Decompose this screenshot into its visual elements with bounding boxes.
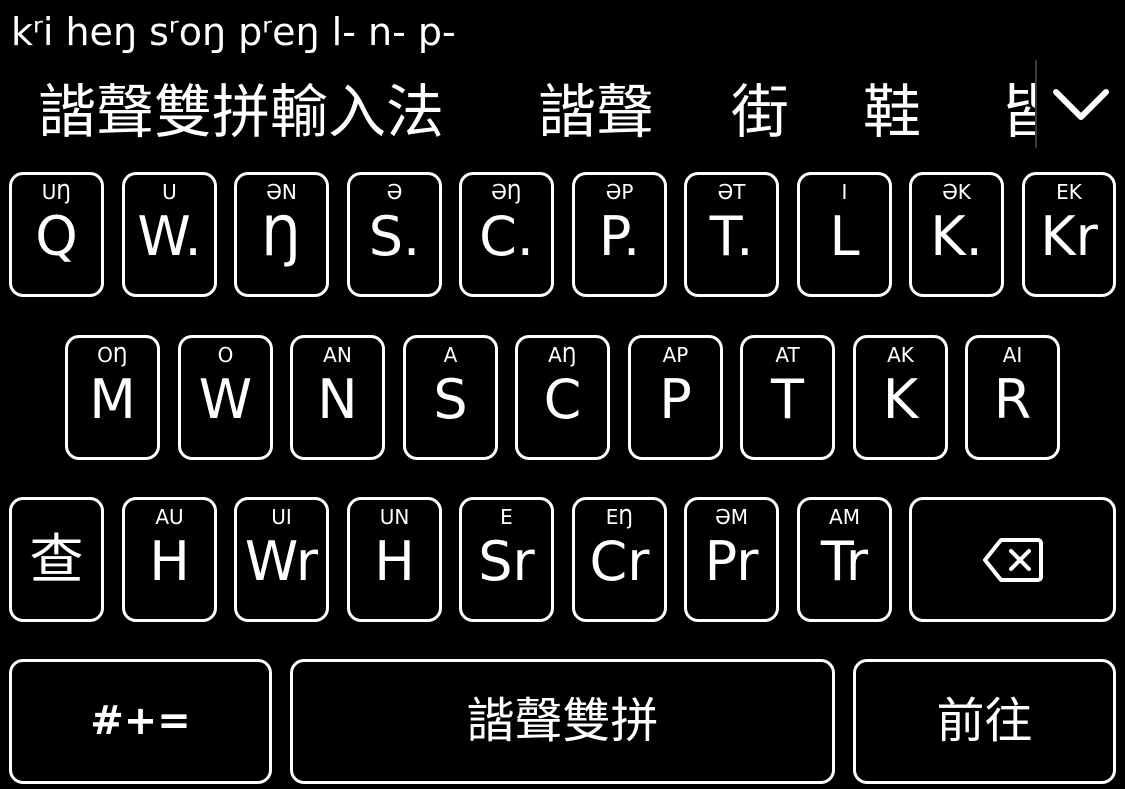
key-label: Sr [478,530,535,593]
key-label: Cr [589,530,650,593]
key-hint: O [217,343,234,367]
key-h-au[interactable]: AU H [122,497,217,622]
key-label: 查 [29,528,84,591]
candidate-3[interactable]: 街 [731,76,789,148]
key-n[interactable]: AN N [290,335,385,460]
key-label: Tr [820,530,869,593]
key-c-dot[interactable]: ƏŊ C. [459,172,554,297]
key-hint: UN [379,505,410,529]
key-hint: UI [271,505,292,529]
key-label: R [993,368,1032,431]
candidate-4[interactable]: 鞋 [863,76,921,148]
key-hint: ƏT [717,180,746,204]
key-cr[interactable]: EŊ Cr [572,497,667,622]
key-hint: E [500,505,513,529]
key-w-dot[interactable]: U W. [122,172,217,297]
key-hint: EK [1056,180,1082,204]
key-hint: A [443,343,458,367]
key-label: Ŋ [261,205,302,268]
key-w[interactable]: O W [178,335,273,460]
key-hint: Ə [386,180,403,204]
key-hint: AU [155,505,184,529]
key-hint: AK [887,343,914,367]
space-key[interactable]: 諧聲雙拼 [290,659,835,784]
key-label: C. [479,205,534,268]
key-label: P [659,368,692,431]
key-hint: ƏM [715,505,748,529]
key-label: S [433,368,468,431]
key-h-un[interactable]: UN H [347,497,442,622]
candidate-1[interactable]: 諧聲雙拼輸入法 [38,76,444,148]
go-key-label: 前往 [936,693,1033,749]
candidate-divider [1035,60,1037,148]
key-hint: EŊ [605,505,634,529]
key-q[interactable]: UŊ Q [9,172,104,297]
key-k-dot[interactable]: ƏK K. [909,172,1004,297]
key-label: T [771,368,804,431]
symbols-key-label: #+= [90,698,191,744]
key-hint: AN [323,343,352,367]
key-hint: AŊ [548,343,577,367]
key-label: N [317,368,358,431]
key-l[interactable]: I L [797,172,892,297]
key-hint: ƏN [266,180,297,204]
candidate-2[interactable]: 諧聲 [538,76,654,148]
key-s[interactable]: A S [403,335,498,460]
key-wr[interactable]: UI Wr [234,497,329,622]
key-label: W. [137,205,202,268]
candidate-5[interactable]: 皆 [1000,76,1036,148]
key-label: C [543,368,582,431]
key-s-dot[interactable]: Ə S. [347,172,442,297]
key-m[interactable]: OŊ M [65,335,160,460]
key-label: Pr [704,530,759,593]
key-p-dot[interactable]: ƏP P. [572,172,667,297]
key-label: Kr [1040,205,1098,268]
key-hint: AI [1002,343,1023,367]
key-c[interactable]: AŊ C [515,335,610,460]
expand-candidates-button[interactable] [1048,70,1114,140]
key-label: K [882,368,919,431]
key-hint: ƏK [942,180,971,204]
key-hint: ƏŊ [491,180,522,204]
key-tr[interactable]: AM Tr [797,497,892,622]
symbols-key[interactable]: #+= [9,659,272,784]
key-hint: AM [829,505,860,529]
key-label: T. [709,205,754,268]
key-label: M [89,368,136,431]
key-sr[interactable]: E Sr [459,497,554,622]
key-p[interactable]: AP P [628,335,723,460]
key-kr[interactable]: EK Kr [1022,172,1116,297]
candidate-bar: 諧聲雙拼輸入法 諧聲 街 鞋 皆 [0,72,1036,152]
key-label: H [149,530,190,593]
key-r[interactable]: AI R [965,335,1060,460]
key-hint: AP [662,343,689,367]
key-label: L [829,205,860,268]
key-t[interactable]: AT T [740,335,835,460]
key-label: Wr [244,530,319,593]
key-hint: ƏP [605,180,634,204]
key-lookup[interactable]: 查 [9,497,104,622]
key-pr[interactable]: ƏM Pr [684,497,779,622]
chevron-down-icon [1053,89,1109,120]
key-t-dot[interactable]: ƏT T. [684,172,779,297]
key-eng[interactable]: ƏN Ŋ [234,172,329,297]
key-label: K. [930,205,983,268]
key-label: P. [598,205,641,268]
key-hint: OŊ [97,343,128,367]
key-label: S. [368,205,421,268]
key-hint: UŊ [41,180,72,204]
backspace-key[interactable] [909,497,1116,622]
key-hint: AT [775,343,800,367]
key-label: W [198,368,253,431]
composition-text: kʳi heŋ sʳoŋ pʳeŋ l- n- p- [11,10,456,54]
space-key-label: 諧聲雙拼 [466,693,659,749]
key-label: H [374,530,415,593]
key-hint: U [162,180,177,204]
key-k[interactable]: AK K [853,335,948,460]
backspace-icon [982,537,1043,582]
key-label: Q [35,205,78,268]
key-hint: I [841,180,848,204]
go-key[interactable]: 前往 [853,659,1116,784]
